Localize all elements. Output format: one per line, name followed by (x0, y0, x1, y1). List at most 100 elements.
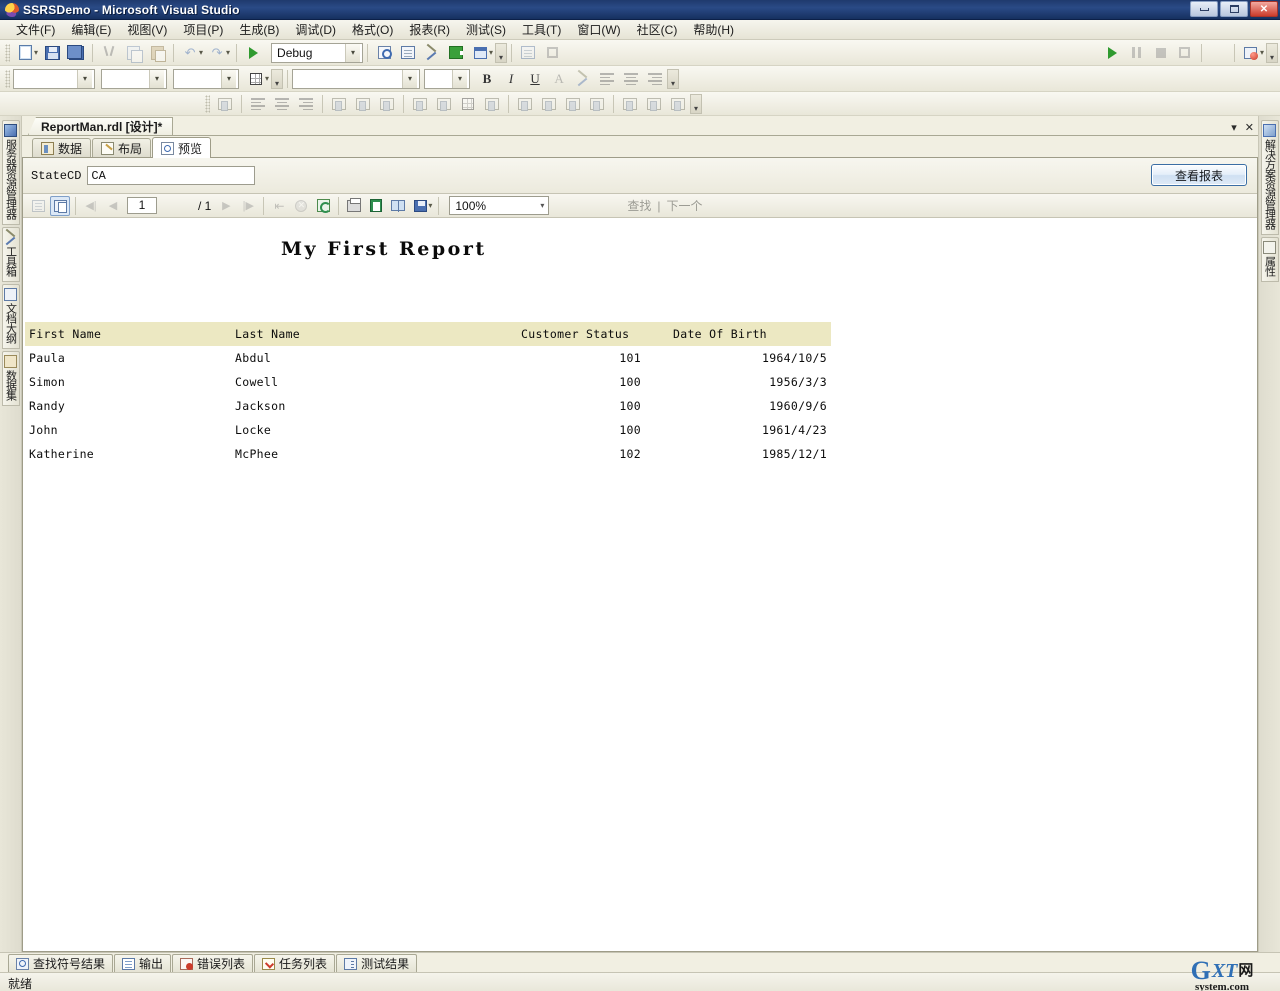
document-map-button[interactable] (28, 196, 48, 216)
redo-button[interactable]: ↷ (206, 42, 228, 63)
page-setup-button[interactable] (388, 196, 408, 216)
copy-button[interactable] (122, 42, 144, 63)
find-next-link[interactable]: 下一个 (667, 197, 703, 214)
save-button[interactable] (41, 42, 63, 63)
toolbar-grip[interactable] (5, 43, 10, 62)
statecd-input[interactable] (87, 166, 256, 185)
italic-button[interactable]: I (500, 68, 522, 89)
format-table-button[interactable] (214, 93, 236, 114)
snap-to-grid-button[interactable] (245, 68, 267, 89)
toolbar-grip[interactable] (5, 69, 10, 88)
spacing-equal-button[interactable] (514, 93, 536, 114)
tab-preview[interactable]: 预览 (152, 137, 212, 158)
print-layout-button[interactable] (366, 196, 386, 216)
menu-view[interactable]: 视图(V) (119, 19, 175, 40)
prev-page-button[interactable]: ◀ (103, 196, 123, 216)
make-same-width-button[interactable] (409, 93, 431, 114)
first-page-button[interactable]: ◀| (81, 196, 101, 216)
undo-button[interactable]: ↶ (179, 42, 201, 63)
grid-dropdown-icon[interactable]: ▾ (265, 74, 269, 83)
export-button[interactable] (410, 196, 430, 216)
spacing-remove-button[interactable] (586, 93, 608, 114)
pause-button[interactable] (1126, 42, 1148, 63)
toolwindow-dropdown-icon[interactable]: ▾ (489, 48, 493, 57)
sidebar-item-server-explorer[interactable]: 服务器资源管理器 (1, 120, 20, 225)
find-in-files-button[interactable] (373, 42, 395, 63)
last-page-button[interactable]: |▶ (238, 196, 258, 216)
debug-window-button[interactable] (1240, 42, 1262, 63)
lock-controls-button[interactable] (667, 93, 689, 114)
menu-file[interactable]: 文件(F) (8, 19, 63, 40)
find-link[interactable]: 查找 (627, 197, 651, 214)
menu-help[interactable]: 帮助(H) (685, 19, 742, 40)
align-bottoms-button[interactable] (376, 93, 398, 114)
view-report-button[interactable]: 查看报表 (1151, 164, 1247, 186)
tab-layout[interactable]: 布局 (92, 138, 152, 157)
font-color-button[interactable]: A (548, 68, 570, 89)
sidebar-item-toolbox[interactable]: 工具箱 (1, 227, 20, 282)
spacing-increase-button[interactable] (538, 93, 560, 114)
tab-error-list[interactable]: 错误列表 (172, 954, 254, 972)
close-button[interactable]: ✕ (1250, 1, 1278, 17)
cut-button[interactable] (98, 42, 120, 63)
style-combo-2[interactable]: ▾ (101, 68, 167, 89)
font-name-combo[interactable]: ▾ (292, 68, 421, 89)
export-dropdown-icon[interactable]: ▾ (428, 201, 432, 210)
customize-tools-button[interactable] (421, 42, 443, 63)
align-lefts-button[interactable] (247, 93, 269, 114)
run-button[interactable] (1102, 42, 1124, 63)
tab-list-dropdown-icon[interactable]: ▾ (1231, 121, 1237, 134)
tab-find-symbol-results[interactable]: 查找符号结果 (8, 954, 114, 972)
solution-configuration-combo[interactable]: Debug ▾ (271, 42, 364, 63)
underline-button[interactable]: U (524, 68, 546, 89)
save-all-button[interactable] (65, 42, 87, 63)
spacing-decrease-button[interactable] (562, 93, 584, 114)
sidebar-item-document-outline[interactable]: 文档大纲 (1, 284, 20, 349)
print-button[interactable] (344, 196, 364, 216)
toolbar-grip[interactable] (205, 94, 210, 113)
minimize-button[interactable] (1190, 1, 1218, 17)
menu-community[interactable]: 社区(C) (629, 19, 686, 40)
align-center-button[interactable] (620, 68, 642, 89)
tab-output[interactable]: 输出 (114, 954, 172, 972)
maximize-button[interactable] (1220, 1, 1248, 17)
restart-button[interactable] (1174, 42, 1196, 63)
report-canvas[interactable]: My First Report First Name Last Name Cus… (23, 218, 1257, 951)
font-size-combo[interactable]: ▾ (424, 68, 471, 89)
menu-tools[interactable]: 工具(T) (514, 19, 569, 40)
bold-button[interactable]: B (476, 68, 498, 89)
menu-debug[interactable]: 调试(D) (287, 19, 344, 40)
new-project-dropdown-icon[interactable]: ▾ (34, 48, 38, 57)
align-centers-button[interactable] (271, 93, 293, 114)
sidebar-item-properties[interactable]: 属性 (1260, 237, 1279, 282)
make-same-height-button[interactable] (433, 93, 455, 114)
menu-report[interactable]: 报表(R) (401, 19, 458, 40)
highlight-button[interactable] (572, 68, 594, 89)
style-combo-3[interactable]: ▾ (173, 68, 239, 89)
align-left-button[interactable] (596, 68, 618, 89)
document-tab-reportman[interactable]: ReportMan.rdl [设计]* (28, 117, 174, 135)
comment-button[interactable] (397, 42, 419, 63)
size-to-grid-button[interactable] (457, 93, 479, 114)
menu-edit[interactable]: 编辑(E) (63, 19, 119, 40)
align-right-button[interactable] (644, 68, 666, 89)
menu-format[interactable]: 格式(O) (344, 19, 401, 40)
toolbar-overflow-button-2[interactable]: ▾ (1266, 42, 1278, 63)
sidebar-item-solution-explorer[interactable]: 解决方案资源管理器 (1260, 120, 1279, 235)
parameters-toggle-button[interactable] (50, 195, 70, 216)
menu-test[interactable]: 测试(S) (458, 19, 514, 40)
toolwindow-button[interactable] (469, 42, 491, 63)
go-button[interactable] (445, 42, 467, 63)
debug-window-dropdown-icon[interactable]: ▾ (1260, 48, 1264, 57)
tab-task-list[interactable]: 任务列表 (254, 954, 336, 972)
toolbar-overflow-button[interactable]: ▾ (495, 42, 508, 63)
tab-test-results[interactable]: 测试结果 (336, 954, 418, 972)
next-page-button[interactable]: ▶ (216, 196, 236, 216)
center-horizontally-button[interactable] (481, 93, 503, 114)
start-debug-button[interactable] (242, 42, 264, 63)
refresh-button[interactable] (313, 196, 333, 216)
toolbar-overflow-button-4[interactable]: ▾ (667, 68, 680, 89)
stop-rendering-button[interactable]: ✕ (291, 196, 311, 216)
paste-button[interactable] (146, 42, 168, 63)
send-to-back-button[interactable] (643, 93, 665, 114)
